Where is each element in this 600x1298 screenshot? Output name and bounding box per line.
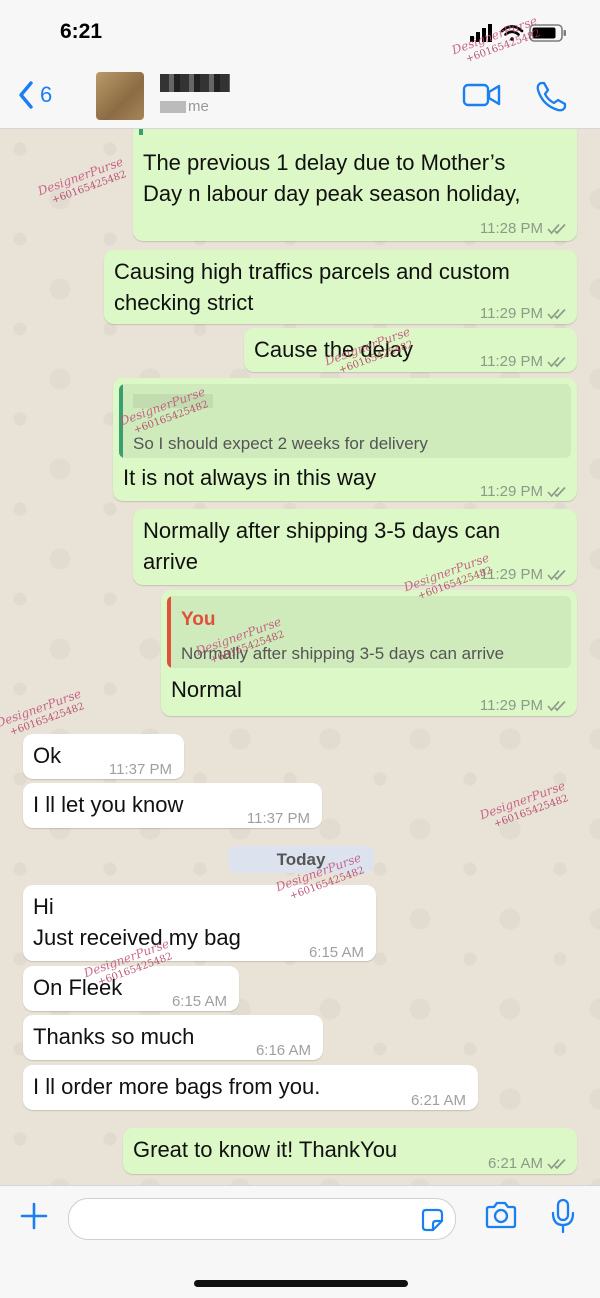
read-ticks-icon <box>547 700 566 711</box>
sticker-icon <box>421 1208 444 1232</box>
message-meta: 11:29 PM <box>480 476 567 507</box>
chat-header: 6 me <box>0 66 600 129</box>
message-text: It is not always in this way <box>123 465 377 490</box>
voice-call-button[interactable] <box>534 80 568 119</box>
read-ticks-icon <box>547 486 566 497</box>
message-text: Ok <box>33 743 62 768</box>
message-time: 6:15 AM <box>308 944 364 961</box>
message-bubble-incoming[interactable]: I ll let you know 11:37 PM <box>23 783 322 828</box>
message-bubble-outgoing[interactable]: Great to know it! ThankYou 6:21 AM <box>123 1128 577 1174</box>
message-text: Great to know it! ThankYou <box>133 1137 398 1162</box>
watermark: DesignerPurse+60165425482 <box>35 154 128 207</box>
message-bubble-outgoing[interactable]: Causing high traffics parcels and custom… <box>104 250 577 324</box>
attach-button[interactable] <box>18 1200 50 1237</box>
message-meta: 11:29 PM <box>480 690 567 721</box>
message-time: 6:16 AM <box>255 1042 311 1059</box>
video-call-button[interactable] <box>462 80 502 115</box>
message-bubble-incoming[interactable]: Thanks so much 6:16 AM <box>23 1015 323 1060</box>
message-text: Thanks so much <box>33 1024 195 1049</box>
phone-icon <box>536 81 567 112</box>
message-time: 6:21 AM <box>410 1092 466 1109</box>
message-text: The previous 1 delay due to Mother’s Day… <box>143 150 521 206</box>
message-text: I ll let you know <box>33 792 184 817</box>
message-time: 11:28 PM <box>479 220 543 237</box>
read-ticks-icon <box>547 223 566 234</box>
camera-icon <box>485 1201 517 1229</box>
message-meta: 11:29 PM <box>480 298 567 329</box>
message-meta: 11:28 PM <box>480 213 567 244</box>
message-list[interactable]: The previous 1 delay due to Mother’s Day… <box>0 129 600 1185</box>
message-time: 11:37 PM <box>108 761 172 778</box>
camera-button[interactable] <box>484 1200 518 1235</box>
read-ticks-icon <box>547 1158 566 1169</box>
video-call-icon <box>462 83 501 107</box>
message-time: 11:29 PM <box>479 483 543 500</box>
sticker-button[interactable] <box>419 1207 445 1238</box>
message-text: Hi Just received my bag <box>33 894 241 950</box>
message-text: I ll order more bags from you. <box>33 1074 321 1099</box>
message-time: 11:37 PM <box>246 810 310 827</box>
message-text: Normal <box>171 677 242 702</box>
message-input[interactable] <box>68 1198 456 1240</box>
read-ticks-icon <box>547 569 566 580</box>
message-time: 11:29 PM <box>479 697 543 714</box>
message-text: Causing high traffics parcels and custom… <box>114 259 510 315</box>
quoted-author: You <box>181 609 216 630</box>
unread-count: 6 <box>40 82 53 107</box>
composer-bar <box>0 1185 600 1298</box>
contact-name[interactable] <box>160 74 230 92</box>
message-time: 11:29 PM <box>479 305 543 322</box>
avatar[interactable] <box>96 72 144 120</box>
message-bubble-outgoing[interactable]: Normally after shipping 3-5 days can arr… <box>133 509 577 585</box>
watermark: DesignerPurse+60165425482 <box>477 778 570 831</box>
read-ticks-icon <box>547 308 566 319</box>
read-ticks-icon <box>547 356 566 367</box>
quoted-text: So I should expect 2 weeks for delivery <box>133 434 428 453</box>
message-bubble-incoming[interactable]: Ok 11:37 PM <box>23 734 184 779</box>
message-time: 6:21 AM <box>487 1155 543 1172</box>
mic-icon <box>551 1198 575 1234</box>
voice-message-button[interactable] <box>550 1198 576 1239</box>
back-chevron-icon <box>19 81 33 109</box>
message-bubble-incoming[interactable]: I ll order more bags from you. 6:21 AM <box>23 1065 478 1110</box>
message-time: 6:15 AM <box>171 993 227 1010</box>
message-time: 11:29 PM <box>479 353 543 370</box>
message-meta: 6:21 AM <box>488 1148 567 1179</box>
status-time: 6:21 <box>60 20 103 43</box>
message-bubble-incoming[interactable]: Hi Just received my bag 6:15 AM <box>23 885 376 961</box>
home-indicator[interactable] <box>194 1280 408 1287</box>
message-bubble-outgoing[interactable]: The previous 1 delay due to Mother’s Day… <box>133 129 577 241</box>
contact-subtitle: me <box>160 98 209 115</box>
plus-icon <box>20 1202 48 1230</box>
back-button[interactable]: 6 <box>18 80 52 110</box>
message-meta: 11:29 PM <box>480 346 567 377</box>
